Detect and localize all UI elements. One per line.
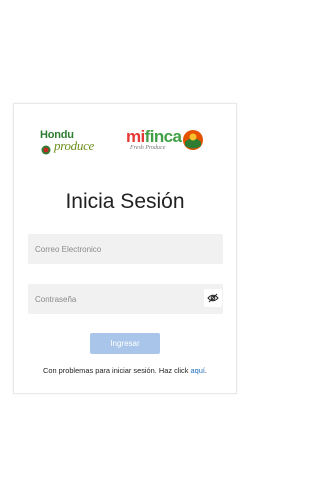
page-title: Inicia Sesión [65,190,185,213]
mifinca-logo-tagline: Fresh Produce [130,145,166,151]
mifinca-logo-wordmark: mifinca [126,127,182,147]
password-visibility-toggle[interactable] [204,289,222,307]
login-card: Hondu produce mifinca Fresh Produce Inic… [13,103,237,394]
email-field[interactable] [28,234,223,264]
brand-logos: Hondu produce mifinca Fresh Produce [40,127,206,157]
honduproduce-mark-icon [41,145,51,155]
help-link[interactable]: aquí [191,366,205,375]
login-button[interactable]: Ingresar [90,333,160,354]
mifinca-logo-finca: finca [144,127,182,146]
honduproduce-logo-bottom: produce [54,138,95,153]
help-message: Con problemas para iniciar sesión. Haz c… [43,366,191,375]
help-text: Con problemas para iniciar sesión. Haz c… [14,366,236,375]
password-wrapper [28,284,223,314]
help-period: . [204,366,207,375]
eye-slash-icon [207,293,219,303]
mifinca-logo-mi: mi [126,127,145,146]
mifinca-logo: mifinca Fresh Produce [126,127,206,157]
mifinca-fruit-icon [183,130,203,150]
password-field[interactable] [28,284,223,314]
honduproduce-logo: Hondu produce [40,129,120,157]
